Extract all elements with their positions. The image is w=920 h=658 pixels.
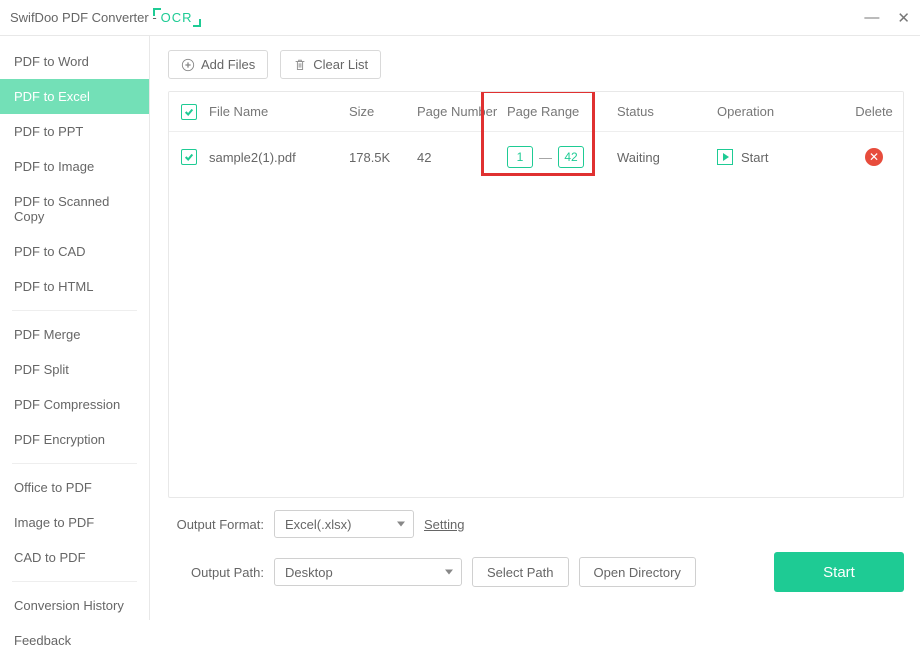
setting-link[interactable]: Setting	[424, 517, 464, 532]
range-dash: —	[539, 150, 552, 165]
select-all-checkbox[interactable]	[181, 104, 197, 120]
sidebar-item-pdf-to-word[interactable]: PDF to Word	[0, 44, 149, 79]
add-files-button[interactable]: Add Files	[168, 50, 268, 79]
row-file: sample2(1).pdf	[209, 150, 349, 165]
main-panel: Add Files Clear List File Name Size Page…	[150, 36, 920, 620]
output-path-label: Output Path:	[168, 565, 264, 580]
sidebar-item-pdf-to-image[interactable]: PDF to Image	[0, 149, 149, 184]
open-directory-button[interactable]: Open Directory	[579, 557, 696, 587]
sidebar-item-pdf-to-scanned[interactable]: PDF to Scanned Copy	[0, 184, 149, 234]
output-path-select[interactable]: Desktop	[274, 558, 462, 586]
sidebar-item-pdf-to-cad[interactable]: PDF to CAD	[0, 234, 149, 269]
sidebar-separator	[12, 310, 137, 311]
row-status: Waiting	[617, 150, 717, 165]
clear-list-button[interactable]: Clear List	[280, 50, 381, 79]
footer: Output Format: Excel(.xlsx) Setting Outp…	[168, 498, 904, 606]
sidebar-item-office-to-pdf[interactable]: Office to PDF	[0, 470, 149, 505]
select-path-button[interactable]: Select Path	[472, 557, 569, 587]
header-operation: Operation	[717, 104, 845, 119]
row-op-label: Start	[741, 150, 768, 165]
header-size: Size	[349, 104, 417, 119]
header-file: File Name	[209, 104, 349, 119]
sidebar-item-pdf-to-html[interactable]: PDF to HTML	[0, 269, 149, 304]
sidebar-item-image-to-pdf[interactable]: Image to PDF	[0, 505, 149, 540]
row-size: 178.5K	[349, 150, 417, 165]
sidebar-item-pdf-encryption[interactable]: PDF Encryption	[0, 422, 149, 457]
table-row: sample2(1).pdf 178.5K 42 1 — 42 Waiting …	[169, 132, 903, 182]
trash-icon	[293, 58, 307, 72]
sidebar-separator	[12, 463, 137, 464]
row-operation[interactable]: Start	[717, 149, 845, 165]
row-pagenum: 42	[417, 150, 507, 165]
plus-circle-icon	[181, 58, 195, 72]
sidebar-item-pdf-split[interactable]: PDF Split	[0, 352, 149, 387]
sidebar-item-pdf-compression[interactable]: PDF Compression	[0, 387, 149, 422]
file-table: File Name Size Page Number Page Range St…	[168, 91, 904, 498]
close-icon[interactable]: ✕	[897, 9, 910, 27]
sidebar: PDF to Word PDF to Excel PDF to PPT PDF …	[0, 36, 150, 620]
sidebar-item-conversion-history[interactable]: Conversion History	[0, 588, 149, 623]
output-format-label: Output Format:	[168, 517, 264, 532]
titlebar: SwifDoo PDF Converter - OCR — ✕	[0, 0, 920, 36]
page-range-to[interactable]: 42	[558, 146, 584, 168]
header-delete: Delete	[845, 104, 903, 119]
sidebar-item-pdf-merge[interactable]: PDF Merge	[0, 317, 149, 352]
page-range-cell: 1 — 42	[507, 146, 617, 168]
sidebar-separator	[12, 581, 137, 582]
toolbar: Add Files Clear List	[168, 50, 904, 79]
table-header: File Name Size Page Number Page Range St…	[169, 92, 903, 132]
sidebar-item-pdf-to-excel[interactable]: PDF to Excel	[0, 79, 149, 114]
output-format-select[interactable]: Excel(.xlsx)	[274, 510, 414, 538]
row-checkbox[interactable]	[181, 149, 197, 165]
sidebar-item-pdf-to-ppt[interactable]: PDF to PPT	[0, 114, 149, 149]
minimize-icon[interactable]: —	[864, 9, 879, 27]
sidebar-item-feedback[interactable]: Feedback	[0, 623, 149, 658]
delete-row-button[interactable]: ✕	[865, 148, 883, 166]
ocr-badge[interactable]: OCR	[157, 10, 197, 25]
page-range-from[interactable]: 1	[507, 146, 533, 168]
sidebar-item-cad-to-pdf[interactable]: CAD to PDF	[0, 540, 149, 575]
header-range: Page Range	[507, 104, 617, 119]
start-button[interactable]: Start	[774, 552, 904, 592]
clear-list-label: Clear List	[313, 57, 368, 72]
add-files-label: Add Files	[201, 57, 255, 72]
play-icon	[717, 149, 733, 165]
window-controls: — ✕	[864, 9, 910, 27]
app-title: SwifDoo PDF Converter -	[10, 10, 157, 25]
header-status: Status	[617, 104, 717, 119]
header-pagenum: Page Number	[417, 104, 507, 119]
